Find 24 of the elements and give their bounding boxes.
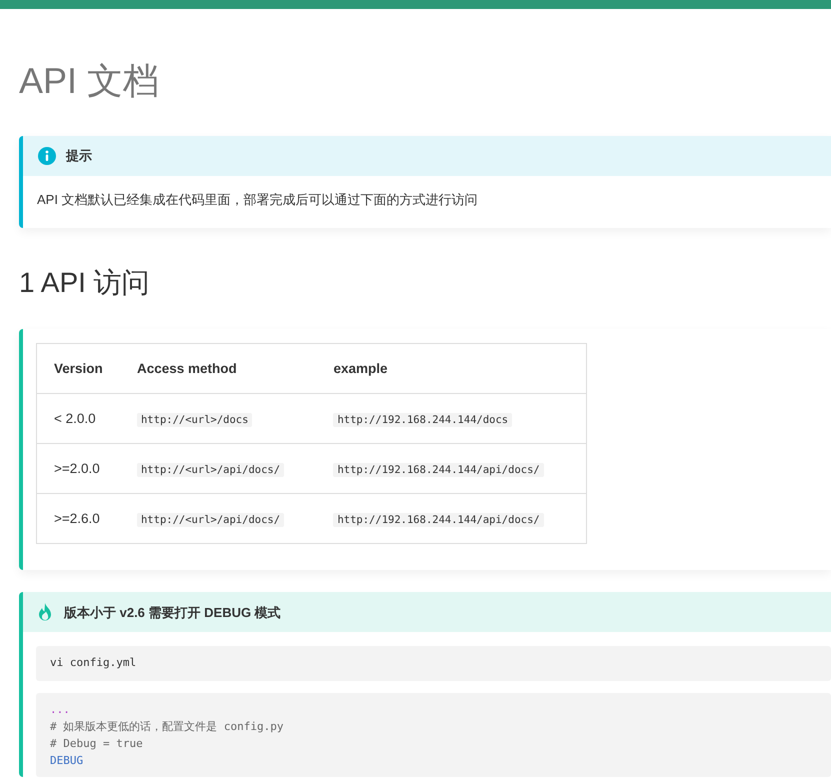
table-cell: >=2.0.0 (36, 444, 120, 494)
url-code: http://<url>/api/docs/ (136, 462, 284, 477)
command-code: vi config.yml (36, 646, 831, 681)
debug-heading: 版本小于 v2.6 需要打开 DEBUG 模式 (64, 604, 281, 622)
page-title: API 文档 (19, 59, 160, 102)
column-header: example (316, 344, 586, 394)
section-heading: 1 API 访问 (19, 266, 151, 300)
info-icon (38, 147, 56, 166)
url-code: http://<url>/api/docs/ (136, 512, 284, 527)
flame-icon (38, 603, 52, 622)
tip-heading: 提示 (66, 147, 92, 166)
column-header: Version (36, 344, 120, 394)
code-line: DEBUG (50, 752, 84, 769)
url-code: http://<url>/docs (136, 412, 252, 427)
code-line: # 如果版本更低的话，配置文件是 config.py (50, 718, 284, 735)
table-cell: < 2.0.0 (36, 394, 120, 444)
column-header: Access method (120, 344, 316, 394)
url-code: http://192.168.244.144/docs (333, 412, 512, 427)
code-line: ... (50, 702, 71, 718)
code-line: # Debug = true (50, 736, 144, 752)
url-code: http://192.168.244.144/api/docs/ (333, 462, 544, 477)
tip-text: API 文档默认已经集成在代码里面，部署完成后可以通过下面的方式进行访问 (36, 191, 479, 210)
url-code: http://192.168.244.144/api/docs/ (333, 512, 544, 527)
table-cell: >=2.6.0 (36, 494, 120, 544)
